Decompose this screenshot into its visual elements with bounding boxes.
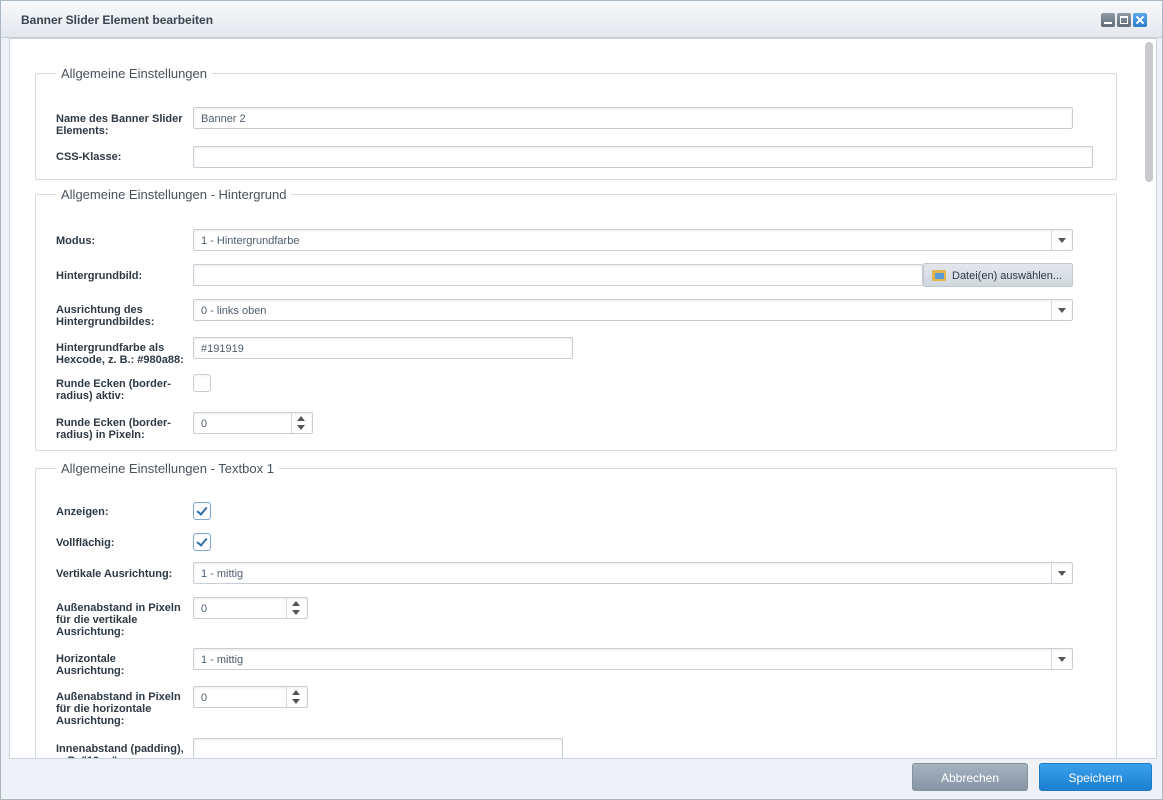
mode-label: Modus:	[56, 235, 96, 247]
full-area-label: Vollflächig:	[56, 537, 115, 549]
checkmark-icon	[196, 504, 208, 516]
horizontal-alignment-label: Horizontale Ausrichtung:	[56, 653, 125, 677]
vertical-margin-stepper[interactable]: 0	[193, 597, 308, 619]
image-alignment-select[interactable]: 0 - links oben	[193, 299, 1073, 321]
background-image-input[interactable]	[193, 264, 923, 286]
dialog-titlebar: Banner Slider Element bearbeiten	[1, 1, 1162, 38]
corner-radius-label: Runde Ecken (border-radius) in Pixeln:	[56, 417, 171, 441]
vertical-alignment-label: Vertikale Ausrichtung:	[56, 568, 173, 580]
section-legend: Allgemeine Einstellungen	[61, 66, 207, 81]
textbox-settings-section: Allgemeine Einstellungen - Textbox 1 Anz…	[35, 461, 1117, 758]
dialog-footer: Abbrechen Speichern	[1, 759, 1162, 799]
vertical-alignment-value: 1 - mittig	[201, 568, 244, 580]
name-label: Name des Banner Slider Elements:	[56, 113, 183, 137]
increment-icon[interactable]	[292, 601, 300, 606]
show-label: Anzeigen:	[56, 506, 109, 518]
chevron-down-icon	[1051, 649, 1072, 669]
vertical-scrollbar[interactable]	[1145, 42, 1153, 182]
dialog-window: Banner Slider Element bearbeiten Allgeme…	[0, 0, 1163, 800]
horizontal-alignment-value: 1 - mittig	[201, 654, 244, 666]
full-area-checkbox[interactable]	[193, 533, 211, 551]
section-legend: Allgemeine Einstellungen - Textbox 1	[61, 461, 274, 476]
background-settings-section: Allgemeine Einstellungen - Hintergrund M…	[35, 187, 1117, 451]
stepper-buttons[interactable]	[291, 413, 312, 433]
vertical-margin-value: 0	[201, 603, 208, 615]
vertical-margin-label: Außenabstand in Pixeln für die vertikale…	[56, 602, 181, 638]
mode-select-value: 1 - Hintergrundfarbe	[201, 235, 300, 247]
padding-input[interactable]	[193, 738, 563, 758]
select-files-button[interactable]: Datei(en) auswählen...	[923, 263, 1073, 287]
section-legend: Allgemeine Einstellungen - Hintergrund	[61, 187, 287, 202]
horizontal-margin-value: 0	[201, 692, 208, 704]
corner-radius-value: 0	[201, 418, 208, 430]
stepper-buttons[interactable]	[286, 687, 307, 707]
background-image-label: Hintergrundbild:	[56, 270, 143, 282]
dialog-title: Banner Slider Element bearbeiten	[21, 13, 214, 27]
decrement-icon[interactable]	[297, 425, 305, 430]
decrement-icon[interactable]	[292, 699, 300, 704]
select-files-label: Datei(en) auswählen...	[952, 270, 1063, 282]
decrement-icon[interactable]	[292, 610, 300, 615]
corner-radius-stepper[interactable]: 0	[193, 412, 313, 434]
general-settings-section: Allgemeine Einstellungen Name des Banner…	[35, 66, 1117, 180]
horizontal-alignment-select[interactable]: 1 - mittig	[193, 648, 1073, 670]
maximize-icon[interactable]	[1117, 13, 1131, 27]
save-button[interactable]: Speichern	[1039, 763, 1152, 791]
rounded-corners-checkbox[interactable]	[193, 374, 211, 392]
cancel-button[interactable]: Abbrechen	[912, 763, 1028, 791]
close-icon[interactable]	[1133, 13, 1147, 27]
background-color-input[interactable]: #191919	[193, 337, 573, 359]
chevron-down-icon	[1051, 563, 1072, 583]
increment-icon[interactable]	[292, 690, 300, 695]
image-folder-icon	[932, 270, 946, 281]
chevron-down-icon	[1051, 300, 1072, 320]
image-alignment-label: Ausrichtung des Hintergrundbildes:	[56, 304, 155, 328]
vertical-alignment-select[interactable]: 1 - mittig	[193, 562, 1073, 584]
minimize-icon[interactable]	[1101, 13, 1115, 27]
rounded-corners-label: Runde Ecken (border-radius) aktiv:	[56, 378, 171, 402]
window-controls	[1101, 13, 1147, 27]
increment-icon[interactable]	[297, 416, 305, 421]
checkmark-icon	[196, 535, 208, 547]
name-input[interactable]: Banner 2	[193, 107, 1073, 129]
form-content: Allgemeine Einstellungen Name des Banner…	[9, 38, 1157, 759]
mode-select[interactable]: 1 - Hintergrundfarbe	[193, 229, 1073, 251]
horizontal-margin-stepper[interactable]: 0	[193, 686, 308, 708]
stepper-buttons[interactable]	[286, 598, 307, 618]
padding-label: Innenabstand (padding), z. B. "10px":	[56, 743, 184, 758]
css-class-input[interactable]	[193, 146, 1093, 168]
background-color-label: Hintergrundfarbe als Hexcode, z. B.: #98…	[56, 342, 184, 366]
image-alignment-value: 0 - links oben	[201, 305, 267, 317]
css-class-label: CSS-Klasse:	[56, 151, 122, 163]
show-checkbox[interactable]	[193, 502, 211, 520]
chevron-down-icon	[1051, 230, 1072, 250]
horizontal-margin-label: Außenabstand in Pixeln für die horizonta…	[56, 691, 181, 727]
